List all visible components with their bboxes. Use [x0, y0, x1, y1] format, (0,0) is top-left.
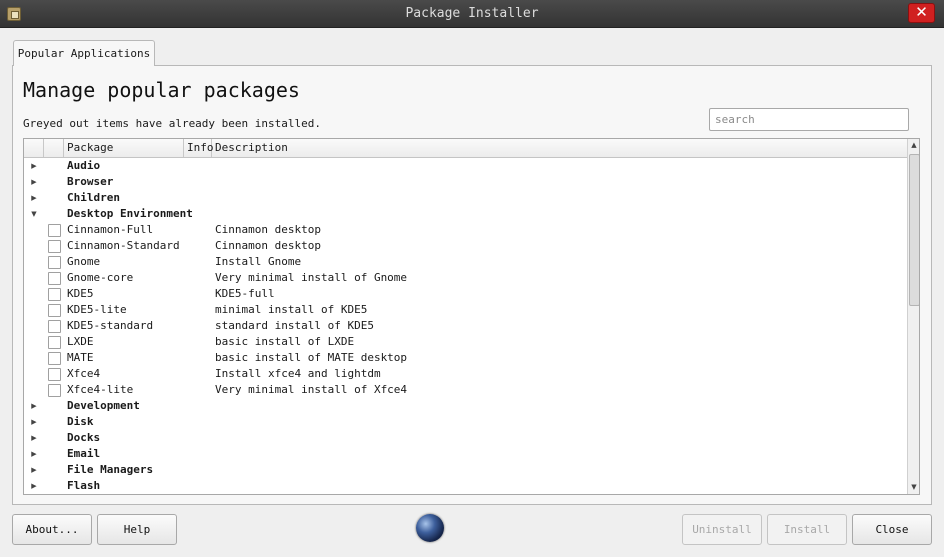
- category-label: Development: [67, 399, 140, 412]
- column-info[interactable]: Info: [184, 139, 214, 157]
- package-checkbox[interactable]: [48, 352, 61, 365]
- expand-arrow-right-icon[interactable]: ▶: [28, 190, 40, 206]
- category-label: Email: [67, 447, 101, 460]
- expand-arrow-right-icon[interactable]: ▶: [28, 174, 40, 190]
- package-checkbox[interactable]: [48, 304, 61, 317]
- package-checkbox[interactable]: [48, 384, 61, 397]
- category-label: Browser: [67, 175, 114, 188]
- package-description: minimal install of KDE5: [215, 303, 368, 316]
- package-row[interactable]: Cinnamon-Standard Cinnamon desktop: [24, 238, 907, 254]
- package-description: Cinnamon desktop: [215, 239, 321, 252]
- category-row[interactable]: ▶ Docks: [24, 430, 907, 446]
- package-name: Xfce4-lite: [67, 383, 134, 396]
- window-close-button[interactable]: ✕: [908, 3, 935, 23]
- package-name: LXDE: [67, 335, 94, 348]
- package-row[interactable]: KDE5-lite minimal install of KDE5: [24, 302, 907, 318]
- category-row[interactable]: ▼ Desktop Environment: [24, 206, 907, 222]
- expand-arrow-right-icon[interactable]: ▶: [28, 446, 40, 462]
- category-label: Flash: [67, 479, 101, 492]
- category-row[interactable]: ▶ Development: [24, 398, 907, 414]
- package-row[interactable]: Gnome Install Gnome: [24, 254, 907, 270]
- package-row[interactable]: LXDE basic install of LXDE: [24, 334, 907, 350]
- package-name: KDE5: [67, 287, 94, 300]
- package-checkbox[interactable]: [48, 240, 61, 253]
- package-description: Very minimal install of Gnome: [215, 271, 408, 284]
- column-description[interactable]: Description: [212, 139, 907, 157]
- package-checkbox[interactable]: [48, 368, 61, 381]
- package-name: Gnome: [67, 255, 101, 268]
- package-checkbox[interactable]: [48, 256, 61, 269]
- category-label: Audio: [67, 159, 101, 172]
- package-row[interactable]: Xfce4-lite Very minimal install of Xfce4: [24, 382, 907, 398]
- package-row[interactable]: MATE basic install of MATE desktop: [24, 350, 907, 366]
- package-description: Very minimal install of Xfce4: [215, 383, 408, 396]
- tree-rows: ▶ Audio ▶ Browser ▶ Children ▼ Desktop Environm…: [24, 158, 907, 494]
- package-description: basic install of LXDE: [215, 335, 355, 348]
- close-button[interactable]: Close: [852, 514, 932, 545]
- search-input[interactable]: [709, 108, 909, 131]
- expand-arrow-right-icon[interactable]: ▶: [28, 398, 40, 414]
- package-row[interactable]: Gnome-core Very minimal install of Gnome: [24, 270, 907, 286]
- tree-header: Package Info Description: [24, 139, 907, 158]
- package-checkbox[interactable]: [48, 320, 61, 333]
- package-description: basic install of MATE desktop: [215, 351, 408, 364]
- package-name: Gnome-core: [67, 271, 134, 284]
- expand-arrow-right-icon[interactable]: ▶: [28, 414, 40, 430]
- category-row[interactable]: ▶ Audio: [24, 158, 907, 174]
- package-row[interactable]: Xfce4 Install xfce4 and lightdm: [24, 366, 907, 382]
- package-description: Install Gnome: [215, 255, 302, 268]
- expand-arrow-right-icon[interactable]: ▶: [28, 462, 40, 478]
- category-row[interactable]: ▶ Children: [24, 190, 907, 206]
- help-button[interactable]: Help: [97, 514, 177, 545]
- tab-popular-applications[interactable]: Popular Applications: [13, 40, 155, 66]
- column-package[interactable]: Package: [64, 139, 184, 157]
- package-name: KDE5-standard: [67, 319, 154, 332]
- column-expander: [24, 139, 44, 157]
- about-button[interactable]: About...: [12, 514, 92, 545]
- expand-arrow-down-icon[interactable]: ▼: [28, 206, 40, 222]
- scroll-down-icon[interactable]: ▼: [908, 481, 919, 494]
- scroll-up-icon[interactable]: ▲: [908, 139, 919, 152]
- package-checkbox[interactable]: [48, 272, 61, 285]
- globe-icon: [416, 514, 444, 542]
- package-description: KDE5-full: [215, 287, 275, 300]
- scrollbar-thumb[interactable]: [909, 154, 919, 306]
- category-label: Docks: [67, 431, 101, 444]
- category-row[interactable]: ▶ Flash: [24, 478, 907, 494]
- package-name: Xfce4: [67, 367, 101, 380]
- vertical-scrollbar[interactable]: ▲ ▼: [907, 139, 919, 494]
- category-row[interactable]: ▶ Browser: [24, 174, 907, 190]
- category-label: Disk: [67, 415, 94, 428]
- package-row[interactable]: Cinnamon-Full Cinnamon desktop: [24, 222, 907, 238]
- package-checkbox[interactable]: [48, 224, 61, 237]
- column-checkbox: [44, 139, 64, 157]
- page-subtitle: Greyed out items have already been insta…: [23, 117, 322, 130]
- package-row[interactable]: KDE5 KDE5-full: [24, 286, 907, 302]
- uninstall-button[interactable]: Uninstall: [682, 514, 762, 545]
- category-label: Desktop Environment: [67, 207, 193, 220]
- window-title: Package Installer: [405, 6, 539, 21]
- package-description: Install xfce4 and lightdm: [215, 367, 381, 380]
- package-checkbox[interactable]: [48, 288, 61, 301]
- category-label: Children: [67, 191, 120, 204]
- category-label: File Managers: [67, 463, 154, 476]
- expand-arrow-right-icon[interactable]: ▶: [28, 478, 40, 494]
- category-row[interactable]: ▶ Disk: [24, 414, 907, 430]
- package-description: standard install of KDE5: [215, 319, 374, 332]
- title-bar: Package Installer ✕: [0, 0, 944, 28]
- expand-arrow-right-icon[interactable]: ▶: [28, 430, 40, 446]
- package-name: MATE: [67, 351, 94, 364]
- package-name: KDE5-lite: [67, 303, 127, 316]
- package-name: Cinnamon-Standard: [67, 239, 180, 252]
- category-row[interactable]: ▶ Email: [24, 446, 907, 462]
- install-button[interactable]: Install: [767, 514, 847, 545]
- package-description: Cinnamon desktop: [215, 223, 321, 236]
- package-checkbox[interactable]: [48, 336, 61, 349]
- package-tree[interactable]: Package Info Description ▶ Audio ▶ Browser ▶…: [23, 138, 920, 495]
- package-row[interactable]: KDE5-standard standard install of KDE5: [24, 318, 907, 334]
- page-title: Manage popular packages: [23, 78, 300, 102]
- expand-arrow-right-icon[interactable]: ▶: [28, 158, 40, 174]
- category-row[interactable]: ▶ File Managers: [24, 462, 907, 478]
- package-name: Cinnamon-Full: [67, 223, 154, 236]
